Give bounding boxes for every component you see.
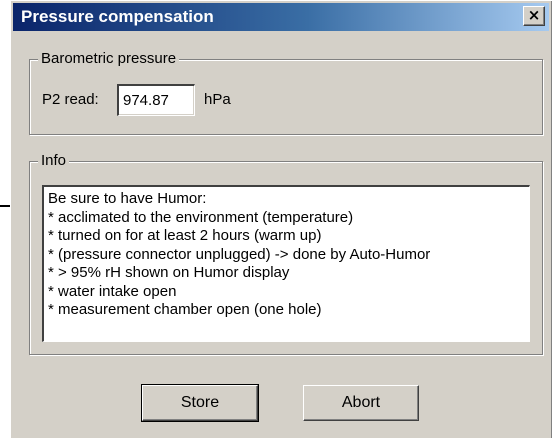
close-icon: ×: [527, 6, 541, 24]
title-bar[interactable]: Pressure compensation ×: [13, 3, 549, 31]
info-line: * acclimated to the environment (tempera…: [48, 208, 354, 226]
p2-read-label: P2 read:: [42, 91, 99, 108]
info-line: Be sure to have Humor:: [48, 190, 207, 207]
pressure-unit-label: hPa: [204, 91, 231, 108]
barometric-pressure-group: Barometric pressure P2 read: hPa: [29, 50, 543, 135]
store-button[interactable]: Store: [141, 384, 259, 422]
info-group: Info Be sure to have Humor: * acclimated…: [29, 152, 543, 355]
info-text-area[interactable]: Be sure to have Humor: * acclimated to t…: [42, 185, 530, 342]
info-line: * > 95% rH shown on Humor display: [48, 264, 290, 281]
info-group-label: Info: [38, 152, 70, 170]
close-button[interactable]: ×: [523, 6, 545, 26]
barometric-pressure-group-label: Barometric pressure: [38, 50, 180, 68]
abort-button[interactable]: Abort: [303, 385, 419, 421]
info-line: * water intake open: [48, 282, 177, 300]
pressure-compensation-dialog: Pressure compensation × Barometric press…: [10, 0, 552, 438]
p2-read-input[interactable]: [117, 84, 195, 116]
info-line: * turned on for at least 2 hours (warm u…: [48, 227, 322, 244]
info-line: * (pressure connector unplugged) -> done…: [48, 245, 431, 263]
info-line: * measurement chamber open (one hole): [48, 301, 322, 318]
window-title: Pressure compensation: [21, 7, 214, 26]
